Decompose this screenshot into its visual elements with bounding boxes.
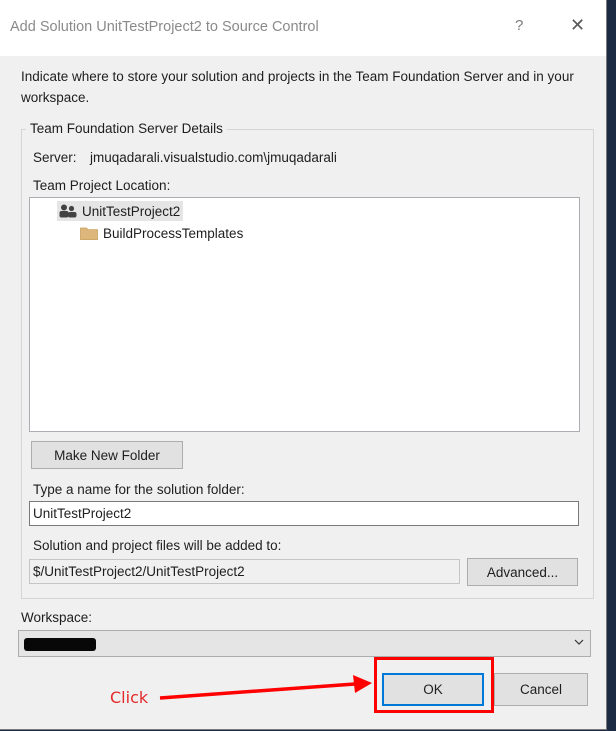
tree-item-label: UnitTestProject2 <box>82 203 181 219</box>
server-value: jmuqadarali.visualstudio.com\jmuqadarali <box>90 150 337 165</box>
dialog: Add Solution UnitTestProject2 to Source … <box>0 0 606 729</box>
make-new-folder-button[interactable]: Make New Folder <box>31 441 183 469</box>
folder-icon <box>80 227 98 240</box>
annotation-arrow-icon <box>159 675 372 700</box>
help-button[interactable]: ? <box>515 17 523 34</box>
solution-folder-label: Type a name for the solution folder: <box>33 482 245 497</box>
intro-text: Indicate where to store your solution an… <box>21 69 574 105</box>
added-to-label: Solution and project files will be added… <box>33 538 282 553</box>
title-bar: Add Solution UnitTestProject2 to Source … <box>0 0 606 56</box>
workspace-select[interactable] <box>18 630 591 657</box>
tree-item-unittestproject2[interactable]: UnitTestProject2 <box>57 201 184 221</box>
solution-folder-input[interactable]: UnitTestProject2 <box>29 501 579 526</box>
team-project-location-label: Team Project Location: <box>33 178 171 193</box>
chevron-down-icon <box>574 639 584 645</box>
window-title: Add Solution UnitTestProject2 to Source … <box>10 19 319 35</box>
group-legend: Team Foundation Server Details <box>26 121 227 136</box>
annotation-highlight-box <box>374 657 494 713</box>
annotation-click-label: Click <box>110 688 149 707</box>
server-label: Server: <box>33 150 77 165</box>
cancel-button[interactable]: Cancel <box>494 673 588 706</box>
close-button[interactable]: ✕ <box>570 15 585 36</box>
team-project-tree[interactable]: UnitTestProject2 BuildProcessTemplates <box>29 197 580 432</box>
tree-item-label: BuildProcessTemplates <box>103 225 244 241</box>
team-project-icon <box>59 204 77 218</box>
workspace-label: Workspace: <box>21 610 93 625</box>
tree-item-buildprocesstemplates[interactable]: BuildProcessTemplates <box>80 223 243 243</box>
redacted-workspace-value <box>24 638 96 651</box>
added-to-path-field: $/UnitTestProject2/UnitTestProject2 <box>29 559 460 584</box>
advanced-button[interactable]: Advanced... <box>467 558 578 586</box>
